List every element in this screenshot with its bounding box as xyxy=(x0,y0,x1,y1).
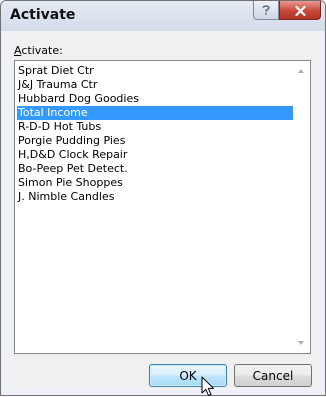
label-rest: ctivate: xyxy=(21,44,63,57)
ok-button[interactable]: OK xyxy=(149,364,227,387)
activate-dialog: Activate Activate: Sprat Diet Ctr J&J Tra… xyxy=(0,0,326,397)
activate-label: Activate: xyxy=(14,44,63,57)
title-bar[interactable]: Activate xyxy=(1,1,325,31)
scroll-up-arrow-icon[interactable] xyxy=(298,69,304,73)
mouse-pointer-icon xyxy=(201,376,214,397)
scroll-down-arrow-icon[interactable] xyxy=(298,341,304,345)
close-button[interactable] xyxy=(279,1,321,20)
help-button[interactable] xyxy=(253,1,279,20)
cancel-button[interactable]: Cancel xyxy=(234,364,312,387)
sheet-listbox[interactable]: Sprat Diet Ctr J&J Trauma Ctr Hubbard Dog … xyxy=(14,60,311,354)
sheet-list-item[interactable]: Bo-Peep Pet Detect. xyxy=(17,162,293,176)
sheet-list-item[interactable]: Hubbard Dog Goodies xyxy=(17,92,293,106)
sheet-list-item[interactable]: Porgie Pudding Pies xyxy=(17,134,293,148)
vertical-scrollbar[interactable] xyxy=(293,61,310,353)
sheet-list-item[interactable]: R-D-D Hot Tubs xyxy=(17,120,293,134)
dialog-body: Activate: Sprat Diet Ctr J&J Trauma Ctr Hu… xyxy=(8,31,318,397)
sheet-list-item[interactable]: J&J Trauma Ctr xyxy=(17,78,293,92)
sheet-list-item[interactable]: J. Nimble Candles xyxy=(17,190,293,204)
sheet-list-item[interactable]: Simon Pie Shoppes xyxy=(17,176,293,190)
sheet-list-item[interactable]: H,D&D Clock Repair xyxy=(17,148,293,162)
close-icon xyxy=(294,1,306,20)
sheet-list-item[interactable]: Sprat Diet Ctr xyxy=(17,64,293,78)
help-icon xyxy=(261,1,271,20)
dialog-title: Activate xyxy=(10,7,76,23)
sheet-list[interactable]: Sprat Diet Ctr J&J Trauma Ctr Hubbard Dog … xyxy=(17,64,293,204)
sheet-list-item[interactable]: Total Income xyxy=(17,106,293,120)
